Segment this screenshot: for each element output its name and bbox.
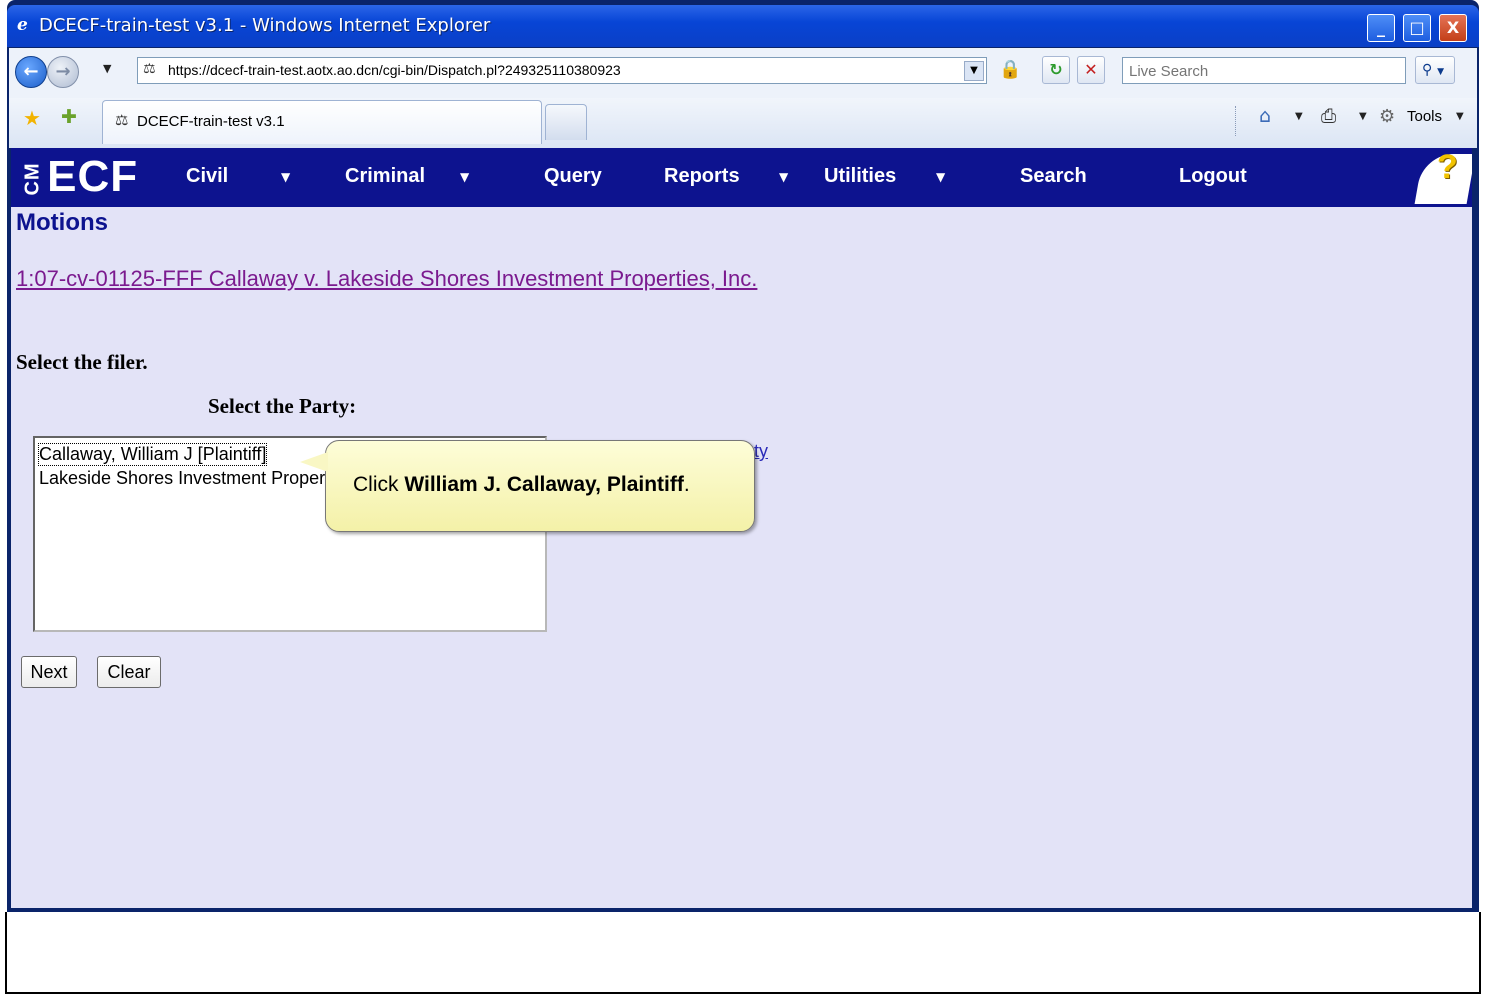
stop-button[interactable]: ✕ — [1077, 56, 1105, 84]
page-content: CMECF Civil ▼ Criminal ▼ Query Reports ▼… — [11, 148, 1472, 908]
ie-icon: e — [17, 15, 28, 35]
gear-icon[interactable]: ⚙ — [1379, 106, 1395, 127]
search-field[interactable] — [1122, 57, 1406, 84]
search-go-button[interactable]: ⚲ ▼ — [1415, 56, 1455, 84]
search-icon: ⚲ — [1422, 62, 1433, 78]
back-button[interactable]: ← — [15, 56, 47, 88]
toolbar-separator — [1235, 106, 1237, 136]
callout-prefix: Click — [353, 473, 405, 496]
window-title: DCECF-train-test v3.1 - Windows Internet… — [39, 15, 491, 36]
url-text[interactable]: https://dcecf-train-test.aotx.ao.dcn/cgi… — [168, 62, 621, 78]
menu-criminal[interactable]: Criminal — [345, 165, 425, 188]
tools-dropdown-icon[interactable]: ▼ — [1456, 111, 1464, 122]
utilities-dropdown-icon[interactable]: ▼ — [936, 170, 945, 184]
maximize-button[interactable]: □ — [1403, 14, 1431, 42]
cm-logo-mark: CM — [21, 162, 44, 196]
tab-active[interactable]: ⚖ DCECF-train-test v3.1 — [102, 100, 542, 144]
filer-label: Select the filer. — [16, 350, 148, 374]
menu-query[interactable]: Query — [544, 165, 602, 188]
callout-text: Click William J. Callaway, Plaintiff. — [353, 473, 690, 497]
ecf-logo[interactable]: CMECF — [16, 152, 138, 204]
address-bar: ← → ▼ ⚖ https://dcecf-train-test.aotx.ao… — [9, 48, 1477, 99]
url-dropdown-icon[interactable]: ▼ — [964, 61, 984, 81]
tab-bar: ★ ✚ ⚖ DCECF-train-test v3.1 ⌂ ▼ ⎙ ▼ ⚙ To… — [9, 98, 1477, 148]
callout-pointer — [300, 452, 328, 472]
criminal-dropdown-icon[interactable]: ▼ — [460, 170, 469, 184]
print-dropdown-icon[interactable]: ▼ — [1359, 111, 1367, 122]
reports-dropdown-icon[interactable]: ▼ — [779, 170, 788, 184]
search-options-dropdown-icon[interactable]: ▼ — [1437, 67, 1444, 77]
tools-menu-label[interactable]: Tools — [1407, 108, 1442, 125]
lock-icon[interactable]: 🔒 — [999, 59, 1021, 81]
page-title: Motions — [16, 209, 108, 236]
menu-search[interactable]: Search — [1020, 165, 1087, 188]
search-input[interactable] — [1127, 59, 1401, 84]
menu-reports[interactable]: Reports — [664, 165, 740, 188]
ecf-logo-text: ECF — [47, 152, 139, 201]
close-button[interactable]: X — [1439, 14, 1467, 42]
civil-dropdown-icon[interactable]: ▼ — [281, 170, 290, 184]
party-label: Select the Party: — [208, 394, 357, 418]
status-area — [5, 912, 1481, 994]
home-icon[interactable]: ⌂ — [1259, 105, 1271, 127]
site-scales-icon: ⚖ — [115, 111, 129, 129]
case-link[interactable]: 1:07-cv-01125-FFF Callaway v. Lakeside S… — [16, 266, 757, 292]
next-button[interactable]: Next — [21, 656, 77, 688]
new-tab-button[interactable] — [545, 104, 587, 140]
menu-logout[interactable]: Logout — [1179, 165, 1247, 188]
help-icon[interactable]: ? — [1411, 148, 1472, 207]
tab-label: DCECF-train-test v3.1 — [137, 113, 285, 130]
title-bar: e DCECF-train-test v3.1 - Windows Intern… — [7, 5, 1479, 47]
new-party-link[interactable]: ty — [754, 441, 768, 462]
callout-suffix: . — [683, 473, 690, 496]
favorites-star-icon[interactable]: ★ — [23, 106, 41, 130]
ecf-menu-bar: CMECF Civil ▼ Criminal ▼ Query Reports ▼… — [11, 148, 1472, 207]
print-icon[interactable]: ⎙ — [1321, 105, 1336, 127]
party-option-callaway[interactable]: Callaway, William J [Plaintiff] — [37, 443, 268, 466]
url-field[interactable]: ⚖ https://dcecf-train-test.aotx.ao.dcn/c… — [137, 57, 987, 84]
menu-civil[interactable]: Civil — [186, 165, 228, 188]
recent-pages-dropdown-icon[interactable]: ▼ — [103, 62, 111, 75]
home-dropdown-icon[interactable]: ▼ — [1295, 111, 1303, 122]
minimize-button[interactable]: _ — [1367, 14, 1395, 42]
instruction-callout: Click William J. Callaway, Plaintiff. — [325, 440, 755, 532]
forward-button[interactable]: → — [47, 56, 79, 88]
add-favorites-icon[interactable]: ✚ — [61, 106, 77, 128]
refresh-button[interactable]: ↻ — [1042, 56, 1070, 84]
callout-emphasis: William J. Callaway, Plaintiff — [404, 473, 684, 496]
question-mark-icon: ? — [1437, 148, 1458, 186]
clear-button[interactable]: Clear — [97, 656, 161, 688]
site-scales-icon: ⚖ — [143, 61, 156, 77]
menu-utilities[interactable]: Utilities — [824, 165, 896, 188]
